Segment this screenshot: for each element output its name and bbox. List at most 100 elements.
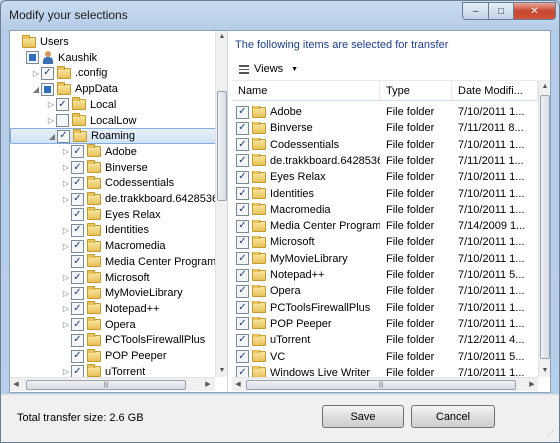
- expand-arrow-icon[interactable]: ◢: [31, 85, 41, 94]
- list-item[interactable]: ✓ POP Peeper File folder 7/10/2011 1...: [232, 316, 538, 332]
- list-item[interactable]: ✓ Macromedia File folder 7/10/2011 1...: [232, 202, 538, 218]
- title-bar[interactable]: Modify your selections – □ ✕: [1, 1, 559, 29]
- column-header-type[interactable]: Type: [380, 81, 452, 101]
- tree-item-checkbox[interactable]: ✓: [71, 239, 84, 253]
- list-item-checkbox[interactable]: ✓: [236, 105, 249, 119]
- tree-item-checkbox[interactable]: [56, 114, 69, 127]
- tree-item-checkbox[interactable]: ✓: [41, 66, 54, 80]
- tree-item[interactable]: ▷ ✓ Microsoft: [10, 270, 216, 286]
- tree-item[interactable]: ▷ LocalLow: [10, 113, 216, 129]
- tree-item-checkbox[interactable]: ✓: [71, 286, 84, 300]
- tree-item-checkbox[interactable]: ✓: [71, 271, 84, 284]
- scroll-thumb[interactable]: [540, 95, 550, 359]
- tree-item-checkbox[interactable]: ✓: [71, 302, 84, 316]
- column-header-name[interactable]: Name: [232, 81, 380, 101]
- maximize-button[interactable]: □: [488, 2, 514, 20]
- list-item[interactable]: ✓ Media Center Programs File folder 7/14/20…: [232, 218, 538, 234]
- expand-arrow-icon[interactable]: ▷: [46, 100, 56, 109]
- list-horizontal-scrollbar[interactable]: ◀ ||| ▶: [232, 377, 538, 391]
- expand-arrow-icon[interactable]: ▷: [61, 147, 71, 156]
- tree-item[interactable]: Users: [10, 34, 216, 50]
- list-item-checkbox[interactable]: ✓: [236, 187, 249, 200]
- tree-item-checkbox[interactable]: [26, 51, 39, 65]
- list-item[interactable]: ✓ Codessentials File folder 7/10/2011 1...: [232, 137, 538, 153]
- tree-item[interactable]: ✓ PCToolsFirewallPlus: [10, 332, 216, 348]
- tree-item-checkbox[interactable]: ✓: [71, 176, 84, 190]
- list-item-checkbox[interactable]: ✓: [236, 301, 249, 315]
- tree-item-checkbox[interactable]: ✓: [56, 98, 69, 112]
- tree-item-checkbox[interactable]: ✓: [71, 208, 84, 222]
- list-item-checkbox[interactable]: ✓: [236, 121, 249, 135]
- tree-item[interactable]: Kaushik: [10, 50, 216, 66]
- views-button[interactable]: Views ▼: [239, 59, 314, 79]
- scroll-up-arrow-icon[interactable]: ▲: [216, 31, 227, 43]
- tree-item-checkbox[interactable]: ✓: [71, 255, 84, 269]
- tree-item[interactable]: ▷ ✓ Codessentials: [10, 175, 216, 191]
- list-item[interactable]: ✓ VC File folder 7/10/2011 5...: [232, 349, 538, 365]
- tree-item[interactable]: ▷ ✓ Identities: [10, 222, 216, 238]
- tree-item[interactable]: ▷ ✓ Opera: [10, 317, 216, 333]
- expand-arrow-icon[interactable]: ▷: [61, 273, 71, 282]
- tree-item[interactable]: ▷ ✓ Notepad++: [10, 301, 216, 317]
- list-item-checkbox[interactable]: ✓: [236, 350, 249, 363]
- expand-arrow-icon[interactable]: ▷: [61, 320, 71, 329]
- list-item[interactable]: ✓ Identities File folder 7/10/2011 1...: [232, 186, 538, 202]
- tree-item-checkbox[interactable]: ✓: [71, 192, 84, 206]
- list-item-checkbox[interactable]: ✓: [236, 170, 249, 184]
- column-header-date-modified[interactable]: Date Modifi...: [452, 81, 538, 101]
- tree-item-checkbox[interactable]: ✓: [71, 318, 84, 332]
- list-item[interactable]: ✓ Microsoft File folder 7/10/2011 1...: [232, 234, 538, 250]
- list-item[interactable]: ✓ Eyes Relax File folder 7/10/2011 1...: [232, 169, 538, 185]
- list-vertical-scrollbar[interactable]: ▲ ▼: [538, 81, 550, 377]
- tree-item-checkbox[interactable]: ✓: [71, 223, 84, 237]
- list-item-checkbox[interactable]: ✓: [236, 235, 249, 249]
- tree-item[interactable]: ◢ AppData: [10, 81, 216, 97]
- scroll-down-arrow-icon[interactable]: ▼: [216, 365, 227, 377]
- minimize-button[interactable]: –: [462, 2, 489, 20]
- tree-item[interactable]: ▷ ✓ .config: [10, 65, 216, 81]
- list-item[interactable]: ✓ Adobe File folder 7/10/2011 1...: [232, 104, 538, 120]
- scroll-left-arrow-icon[interactable]: ◀: [10, 378, 22, 392]
- list-item-checkbox[interactable]: ✓: [236, 219, 249, 233]
- list-item[interactable]: ✓ Opera File folder 7/10/2011 1...: [232, 283, 538, 299]
- expand-arrow-icon[interactable]: ▷: [31, 69, 41, 78]
- expand-arrow-icon[interactable]: ▷: [61, 195, 71, 204]
- scroll-down-arrow-icon[interactable]: ▼: [539, 365, 550, 377]
- expand-arrow-icon[interactable]: ◢: [47, 132, 57, 141]
- list-item-checkbox[interactable]: ✓: [236, 203, 249, 217]
- tree-item[interactable]: ▷ ✓ Macromedia: [10, 238, 216, 254]
- scroll-right-arrow-icon[interactable]: ▶: [202, 378, 214, 392]
- scroll-right-arrow-icon[interactable]: ▶: [526, 378, 538, 392]
- tree-item[interactable]: ▷ ✓ Local: [10, 97, 216, 113]
- cancel-button[interactable]: Cancel: [411, 405, 495, 428]
- save-button[interactable]: Save: [322, 405, 404, 428]
- list-item[interactable]: ✓ Binverse File folder 7/11/2011 8...: [232, 120, 538, 136]
- tree-item-checkbox[interactable]: ✓: [57, 129, 70, 143]
- tree-item[interactable]: ▷ ✓ MyMovieLibrary: [10, 285, 216, 301]
- list-item-checkbox[interactable]: ✓: [236, 317, 249, 331]
- expand-arrow-icon[interactable]: ▷: [61, 179, 71, 188]
- tree-item[interactable]: ▷✓ de.trakkboard.64285363FE: [10, 191, 216, 207]
- list-item-checkbox[interactable]: ✓: [236, 284, 249, 298]
- scroll-thumb[interactable]: |||: [246, 380, 516, 390]
- expand-arrow-icon[interactable]: ▷: [61, 289, 71, 298]
- tree-item[interactable]: ▷ ✓ uTorrent: [10, 364, 216, 377]
- list-item-checkbox[interactable]: ✓: [236, 252, 249, 266]
- expand-arrow-icon[interactable]: ▷: [46, 116, 56, 125]
- tree-item-checkbox[interactable]: [41, 82, 54, 96]
- tree-item-checkbox[interactable]: ✓: [71, 333, 84, 347]
- scroll-left-arrow-icon[interactable]: ◀: [232, 378, 244, 392]
- tree-item[interactable]: ◢ ✓ Roaming: [10, 128, 216, 145]
- tree-item-checkbox[interactable]: ✓: [71, 145, 84, 159]
- list-item[interactable]: ✓ de.trakkboard.6428536... File folder 7/11…: [232, 153, 538, 169]
- expand-arrow-icon[interactable]: ▷: [61, 242, 71, 251]
- tree-item-checkbox[interactable]: ✓: [71, 161, 84, 175]
- list-item-checkbox[interactable]: ✓: [236, 138, 249, 152]
- tree-item-checkbox[interactable]: ✓: [71, 365, 84, 377]
- tree-item[interactable]: ✓ Eyes Relax: [10, 207, 216, 223]
- scroll-thumb[interactable]: [217, 91, 227, 201]
- scroll-up-arrow-icon[interactable]: ▲: [539, 81, 550, 93]
- tree-vertical-scrollbar[interactable]: ▲ ▼: [215, 31, 227, 377]
- scroll-thumb[interactable]: |||: [26, 380, 186, 390]
- resize-grip-icon[interactable]: ⋰: [546, 429, 556, 439]
